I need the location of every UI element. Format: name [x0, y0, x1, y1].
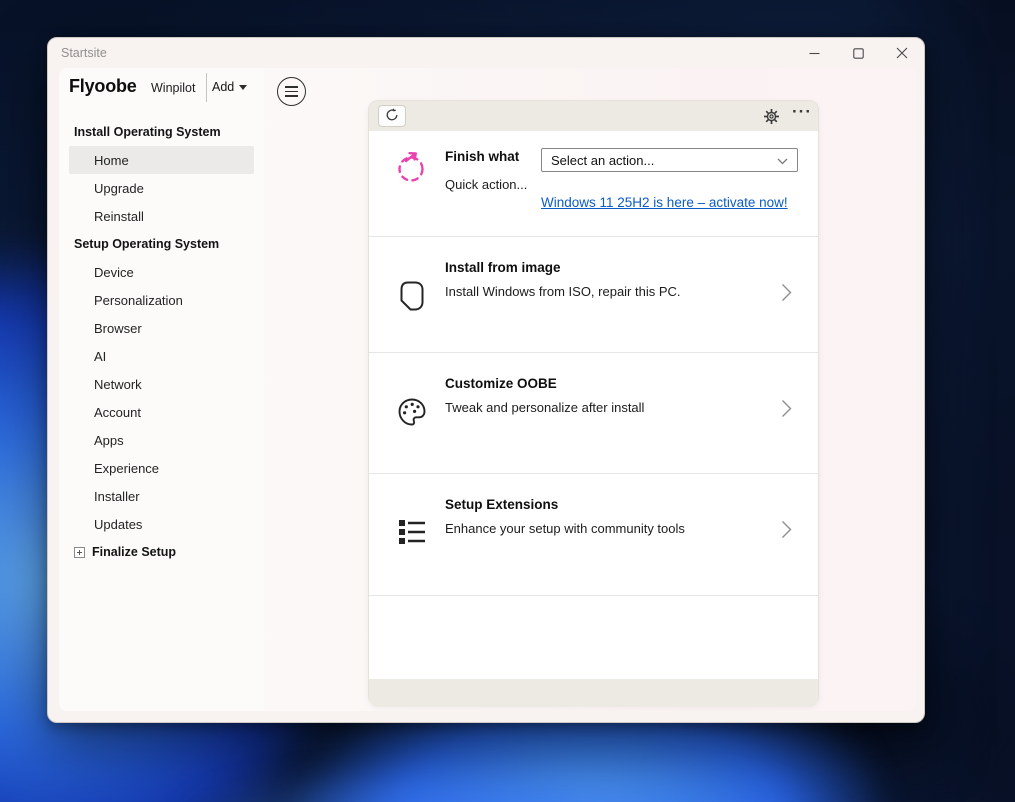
minimize-button[interactable]	[792, 38, 836, 68]
home-card: ··· Finish what	[368, 100, 819, 706]
sidebar-item-device[interactable]: Device	[69, 258, 254, 286]
empty-row	[369, 595, 818, 679]
chevron-down-icon	[239, 85, 247, 90]
sidebar-item-installer[interactable]: Installer	[69, 482, 254, 510]
activate-25h2-link[interactable]: Windows 11 25H2 is here – activate now!	[541, 195, 788, 210]
sidebar-item-ai[interactable]: AI	[69, 342, 254, 370]
desktop: Startsite	[0, 0, 1015, 802]
more-options-button[interactable]: ···	[792, 102, 812, 122]
settings-button[interactable]	[762, 108, 780, 126]
sidebar-section-install-os: Install Operating System	[59, 118, 264, 146]
winpilot-link[interactable]: Winpilot	[151, 81, 195, 95]
card-toolbar: ···	[369, 101, 818, 131]
sidebar-nav: Install Operating System Home Upgrade Re…	[59, 118, 264, 566]
gear-icon	[763, 113, 780, 128]
select-chevron-icon	[777, 153, 788, 168]
card-body: Finish what Select an action... Quick ac…	[369, 131, 818, 679]
finalize-setup-label: Finalize Setup	[92, 545, 176, 559]
window-title: Startsite	[61, 46, 107, 60]
sidebar-item-account[interactable]: Account	[69, 398, 254, 426]
setup-extensions-row[interactable]: Setup Extensions Enhance your setup with…	[369, 473, 818, 595]
quick-action-row: Finish what Select an action... Quick ac…	[369, 131, 818, 236]
titlebar[interactable]: Startsite	[48, 38, 924, 68]
install-from-image-row[interactable]: Install from image Install Windows from …	[369, 236, 818, 352]
chevron-right-icon	[781, 520, 792, 544]
sidebar-item-finalize-setup[interactable]: Finalize Setup	[59, 538, 264, 566]
add-button-label: Add	[212, 80, 234, 94]
install-row-subtitle: Install Windows from ISO, repair this PC…	[445, 284, 681, 299]
sidebar-section-setup-os: Setup Operating System	[59, 230, 264, 258]
maximize-icon	[853, 48, 864, 59]
extensions-row-subtitle: Enhance your setup with community tools	[445, 521, 685, 536]
oobe-row-subtitle: Tweak and personalize after install	[445, 400, 644, 415]
header-divider	[206, 73, 207, 102]
quick-row-subtitle: Quick action...	[445, 177, 527, 192]
menu-button[interactable]	[277, 77, 306, 106]
app-logo: Flyoobe	[69, 76, 137, 97]
close-icon	[896, 47, 908, 59]
customize-oobe-row[interactable]: Customize OOBE Tweak and personalize aft…	[369, 352, 818, 473]
sidebar-item-upgrade[interactable]: Upgrade	[69, 174, 254, 202]
card-footer	[369, 679, 818, 707]
sidebar: Flyoobe Winpilot Add Install Operating S…	[59, 68, 264, 711]
window-controls	[792, 38, 924, 68]
app-content: Flyoobe Winpilot Add Install Operating S…	[59, 68, 916, 711]
sidebar-item-home[interactable]: Home	[69, 146, 254, 174]
refresh-button[interactable]	[378, 105, 406, 127]
palette-icon	[395, 395, 429, 429]
iso-page-icon	[395, 279, 429, 313]
chevron-right-icon	[781, 283, 792, 307]
app-window: Startsite	[47, 37, 925, 723]
dashed-sync-icon	[395, 150, 429, 184]
quick-row-title: Finish what	[445, 149, 519, 164]
chevron-right-icon	[781, 399, 792, 423]
action-select-value: Select an action...	[551, 153, 654, 168]
extensions-row-title: Setup Extensions	[445, 497, 558, 512]
extensions-list-icon	[395, 516, 429, 550]
sidebar-item-network[interactable]: Network	[69, 370, 254, 398]
sidebar-item-apps[interactable]: Apps	[69, 426, 254, 454]
sidebar-item-experience[interactable]: Experience	[69, 454, 254, 482]
install-row-title: Install from image	[445, 260, 561, 275]
close-button[interactable]	[880, 38, 924, 68]
oobe-row-title: Customize OOBE	[445, 376, 557, 391]
minimize-icon	[809, 48, 820, 59]
sidebar-item-reinstall[interactable]: Reinstall	[69, 202, 254, 230]
expand-plus-icon	[74, 547, 85, 558]
sidebar-item-personalization[interactable]: Personalization	[69, 286, 254, 314]
action-select[interactable]: Select an action...	[541, 148, 798, 172]
hamburger-icon	[285, 86, 298, 97]
ellipsis-icon: ···	[792, 102, 812, 121]
sidebar-item-updates[interactable]: Updates	[69, 510, 254, 538]
maximize-button[interactable]	[836, 38, 880, 68]
add-button[interactable]: Add	[212, 74, 247, 100]
sidebar-item-browser[interactable]: Browser	[69, 314, 254, 342]
refresh-icon	[385, 108, 399, 125]
